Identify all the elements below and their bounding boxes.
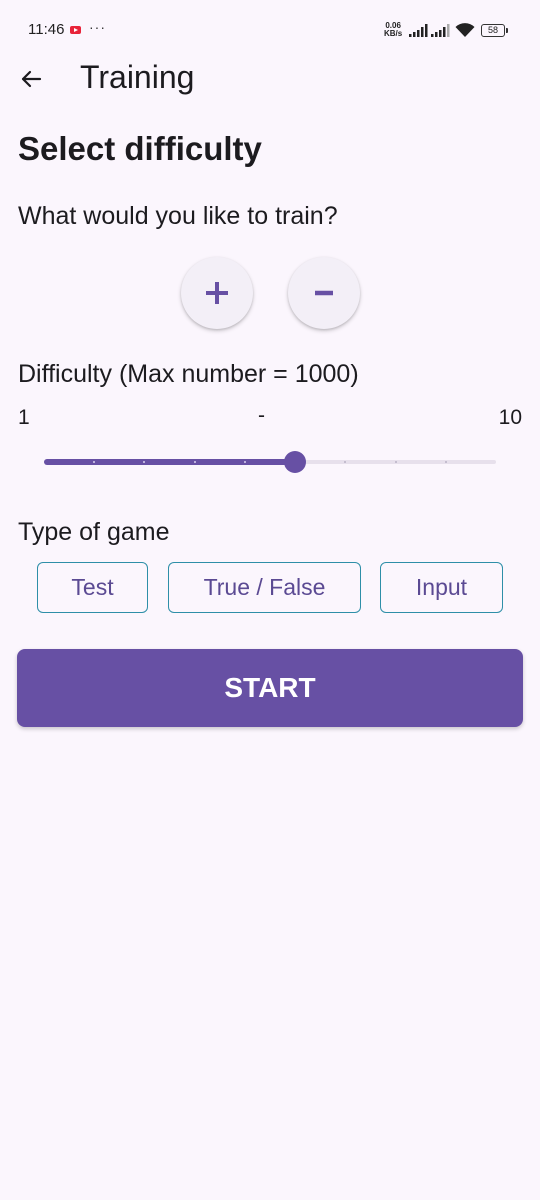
plus-icon bbox=[206, 282, 228, 304]
slider-max-label: 10 bbox=[498, 406, 522, 429]
wifi-icon bbox=[455, 23, 475, 37]
slider-min-label: 1 bbox=[18, 406, 30, 429]
game-type-true-false-button[interactable]: True / False bbox=[168, 562, 361, 613]
app-bar: Training bbox=[0, 56, 540, 104]
signal-2-icon bbox=[431, 24, 450, 37]
status-bar: 11:46 ··· 0.06 KB/s 58 bbox=[0, 0, 540, 60]
slider-thumb[interactable] bbox=[284, 451, 307, 473]
slider-tick bbox=[243, 461, 246, 463]
more-notifications-icon: ··· bbox=[89, 19, 106, 35]
slider-tick bbox=[394, 461, 397, 463]
difficulty-label: Difficulty (Max number = 1000) bbox=[18, 360, 359, 388]
game-type-test-button[interactable]: Test bbox=[37, 562, 148, 613]
slider-value-label: - bbox=[258, 404, 265, 427]
status-time: 11:46 bbox=[28, 21, 65, 38]
addition-button[interactable] bbox=[181, 257, 253, 329]
section-heading: Select difficulty bbox=[18, 130, 262, 167]
battery-icon: 58 bbox=[481, 24, 508, 37]
train-question: What would you like to train? bbox=[18, 202, 338, 230]
start-button[interactable]: START bbox=[17, 649, 523, 727]
network-speed-unit: KB/s bbox=[384, 29, 403, 38]
signal-icon bbox=[409, 24, 428, 37]
slider-tick bbox=[193, 461, 196, 463]
slider-active-track bbox=[44, 459, 296, 465]
game-type-label: Type of game bbox=[18, 518, 170, 546]
back-button[interactable] bbox=[14, 60, 48, 98]
youtube-notification-icon bbox=[70, 26, 81, 34]
subtraction-button[interactable] bbox=[288, 257, 360, 329]
slider-tick bbox=[444, 461, 447, 463]
game-type-input-button[interactable]: Input bbox=[380, 562, 503, 613]
difficulty-slider[interactable] bbox=[44, 449, 496, 475]
minus-icon bbox=[315, 290, 333, 296]
arrow-left-icon bbox=[21, 70, 42, 88]
network-speed: 0.06 KB/s bbox=[384, 22, 402, 38]
page-title: Training bbox=[80, 59, 195, 95]
